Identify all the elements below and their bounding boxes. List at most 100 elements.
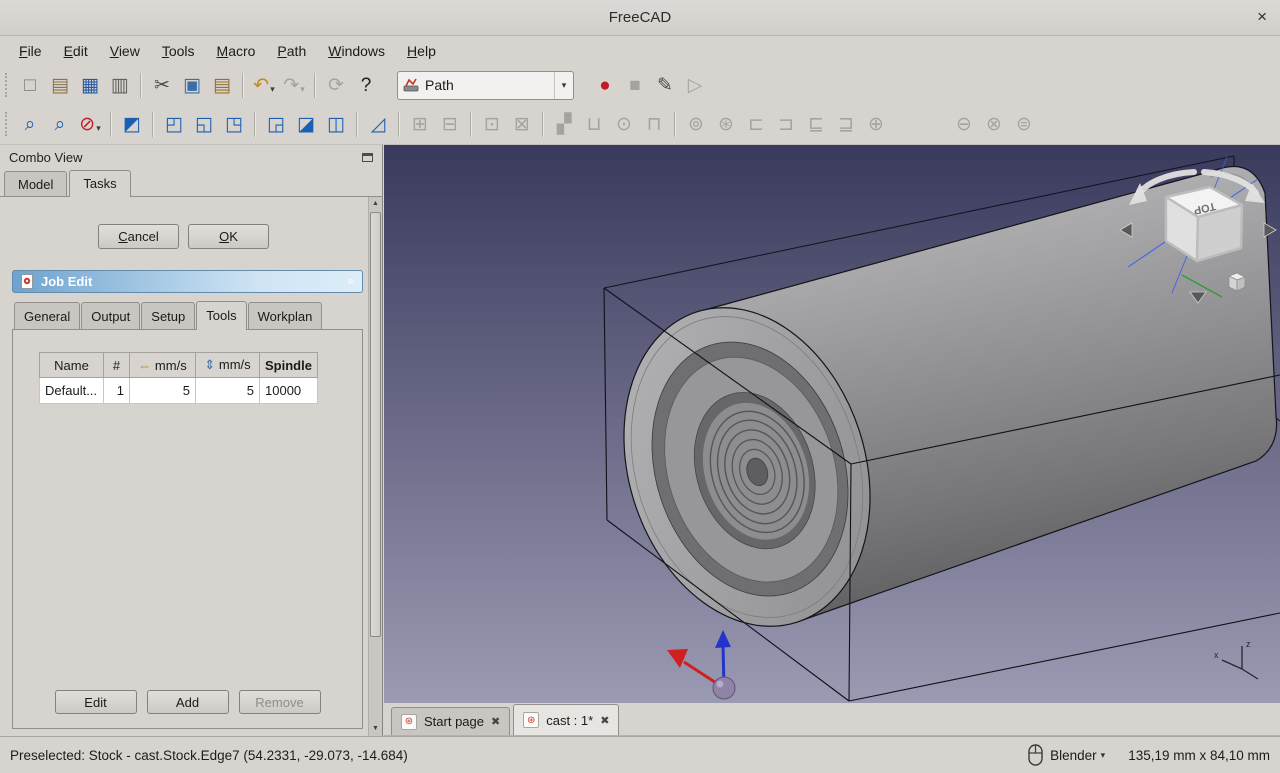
view-front-button[interactable]: ◰ — [159, 109, 189, 139]
paste-icon: ▤ — [213, 76, 231, 95]
tab-close-icon[interactable]: ✖ — [491, 715, 500, 728]
view-right-icon: ◳ — [225, 115, 243, 134]
redo-icon: ↷ — [283, 76, 299, 95]
menu-file[interactable]: File — [8, 39, 53, 63]
document-tab-cast-1[interactable]: ⊛cast : 1*✖ — [513, 704, 619, 735]
tool-table-header-count[interactable]: # — [104, 353, 130, 378]
workbench-selector[interactable]: Path ▾ — [397, 71, 574, 100]
zoom-selection-icon: ⌕ — [55, 115, 66, 134]
tab-close-icon[interactable]: ✖ — [600, 714, 609, 727]
undo-button[interactable]: ↶▾ — [249, 70, 279, 100]
window-close-icon[interactable]: × — [1257, 8, 1267, 25]
job-tab-tools[interactable]: Tools — [196, 301, 246, 330]
macro-edit-button[interactable]: ✎ — [650, 70, 680, 100]
path-pocket-icon: ⊔ — [587, 115, 602, 134]
path-fixture-button: ⊗ — [979, 109, 1009, 139]
cut-button[interactable]: ✂ — [147, 70, 177, 100]
copy-button[interactable]: ▣ — [177, 70, 207, 100]
cell-name[interactable]: Default... — [40, 378, 104, 404]
view-bottom-button[interactable]: ◪ — [291, 109, 321, 139]
job-edit-tab-bar: GeneralOutputSetupToolsWorkplan — [12, 300, 363, 329]
tool-table-header-vert-feed[interactable]: ⇕ mm/s — [196, 353, 260, 378]
menu-macro[interactable]: Macro — [206, 39, 267, 63]
document-tab-start-page[interactable]: ⊛Start page✖ — [391, 707, 510, 735]
tool-table-header-name[interactable]: Name — [40, 353, 104, 378]
whats-this-button[interactable]: ? — [351, 70, 381, 100]
job-edit-header[interactable]: Job Edit « — [12, 270, 363, 293]
measure-distance-button[interactable]: ◿ — [363, 109, 393, 139]
panel-float-icon[interactable] — [362, 153, 373, 162]
save-file-button[interactable]: ▦ — [75, 70, 105, 100]
toolbar-view: ⌕⌕⊘▾◩◰◱◳◲◪◫◿⊞⊟⊡⊠▞⊔⊙⊓⊚⊛⊏⊐⊑⊒⊕⊖⊗⊜ — [0, 104, 1280, 145]
menu-path[interactable]: Path — [266, 39, 317, 63]
cell-spindle[interactable]: 10000 — [260, 378, 318, 404]
toolbar-handle[interactable] — [5, 112, 12, 136]
path-deburr-button: ⊑ — [801, 109, 831, 139]
copy-icon: ▣ — [183, 76, 201, 95]
ok-button[interactable]: OK — [188, 224, 269, 249]
tool-table-header-spindle[interactable]: Spindle — [260, 353, 318, 378]
menu-view[interactable]: View — [99, 39, 151, 63]
menu-tools[interactable]: Tools — [151, 39, 206, 63]
job-icon — [20, 274, 35, 289]
job-tab-setup[interactable]: Setup — [141, 302, 195, 329]
path-tool-library-icon: ⊟ — [442, 115, 458, 134]
freecad-document-icon: ⊛ — [523, 712, 539, 728]
draw-style-button[interactable]: ⊘▾ — [75, 109, 105, 139]
toolbar-separator — [110, 112, 112, 137]
task-scrollbar[interactable]: ▲ ▼ — [368, 197, 382, 736]
tool-table-row[interactable]: Default...15510000 — [40, 378, 318, 404]
cell-vert-feed[interactable]: 5 — [196, 378, 260, 404]
view-top-button[interactable]: ◱ — [189, 109, 219, 139]
job-tab-general[interactable]: General — [14, 302, 80, 329]
print-button[interactable]: ▥ — [105, 70, 135, 100]
job-tab-output[interactable]: Output — [81, 302, 140, 329]
document-tab-label: Start page — [424, 714, 484, 729]
path-slot-button: ⊏ — [741, 109, 771, 139]
macro-record-button[interactable]: ● — [590, 70, 620, 100]
menu-edit[interactable]: Edit — [53, 39, 99, 63]
scroll-down-icon[interactable]: ▼ — [369, 722, 382, 736]
tool-table-header-horiz-feed[interactable]: ⇔ mm/s — [130, 353, 196, 378]
3d-viewport[interactable]: TOP z x — [384, 145, 1280, 703]
view-isometric-button[interactable]: ◩ — [117, 109, 147, 139]
toolbar-handle[interactable] — [5, 73, 12, 97]
paste-button[interactable]: ▤ — [207, 70, 237, 100]
mouse-nav-icon — [1028, 744, 1043, 766]
toolbar-separator — [242, 73, 244, 98]
menu-help[interactable]: Help — [396, 39, 447, 63]
job-tab-workplan[interactable]: Workplan — [248, 302, 323, 329]
path-tool-library-button: ⊟ — [435, 109, 465, 139]
mini-cube-icon[interactable] — [1229, 273, 1245, 291]
draw-style-dropdown-icon[interactable]: ▾ — [96, 123, 101, 139]
tab-model[interactable]: Model — [4, 171, 67, 196]
path-adaptive-icon: ⊛ — [718, 115, 734, 134]
view-left-button[interactable]: ◫ — [321, 109, 351, 139]
redo-dropdown-icon[interactable]: ▾ — [300, 84, 305, 100]
origin-sphere — [713, 677, 735, 699]
nav-arrow-right-icon[interactable] — [1264, 223, 1276, 237]
open-file-button[interactable]: ▤ — [45, 70, 75, 100]
menu-windows[interactable]: Windows — [317, 39, 396, 63]
viewport-canvas[interactable]: TOP z x — [384, 145, 1280, 703]
edit-button[interactable]: Edit — [55, 690, 137, 714]
add-button[interactable]: Add — [147, 690, 229, 714]
cell-count[interactable]: 1 — [104, 378, 130, 404]
scroll-up-icon[interactable]: ▲ — [369, 197, 382, 211]
undo-dropdown-icon[interactable]: ▾ — [270, 84, 275, 100]
new-file-button[interactable]: □ — [15, 70, 45, 100]
view-rear-button[interactable]: ◲ — [261, 109, 291, 139]
path-workbench-icon — [403, 77, 419, 93]
toolbar-separator — [152, 112, 154, 137]
cancel-button[interactable]: Cancel — [98, 224, 179, 249]
workbench-dropdown-arrow-icon[interactable]: ▾ — [554, 72, 573, 99]
collapse-icon[interactable]: « — [344, 278, 359, 285]
view-right-button[interactable]: ◳ — [219, 109, 249, 139]
tab-tasks[interactable]: Tasks — [69, 170, 130, 197]
fit-all-button[interactable]: ⌕ — [15, 109, 45, 139]
cell-horiz-feed[interactable]: 5 — [130, 378, 196, 404]
nav-style-selector[interactable]: Blender ▾ — [1050, 748, 1105, 763]
scrollbar-thumb[interactable] — [370, 212, 381, 637]
view-front-icon: ◰ — [165, 115, 183, 134]
zoom-selection-button[interactable]: ⌕ — [45, 109, 75, 139]
